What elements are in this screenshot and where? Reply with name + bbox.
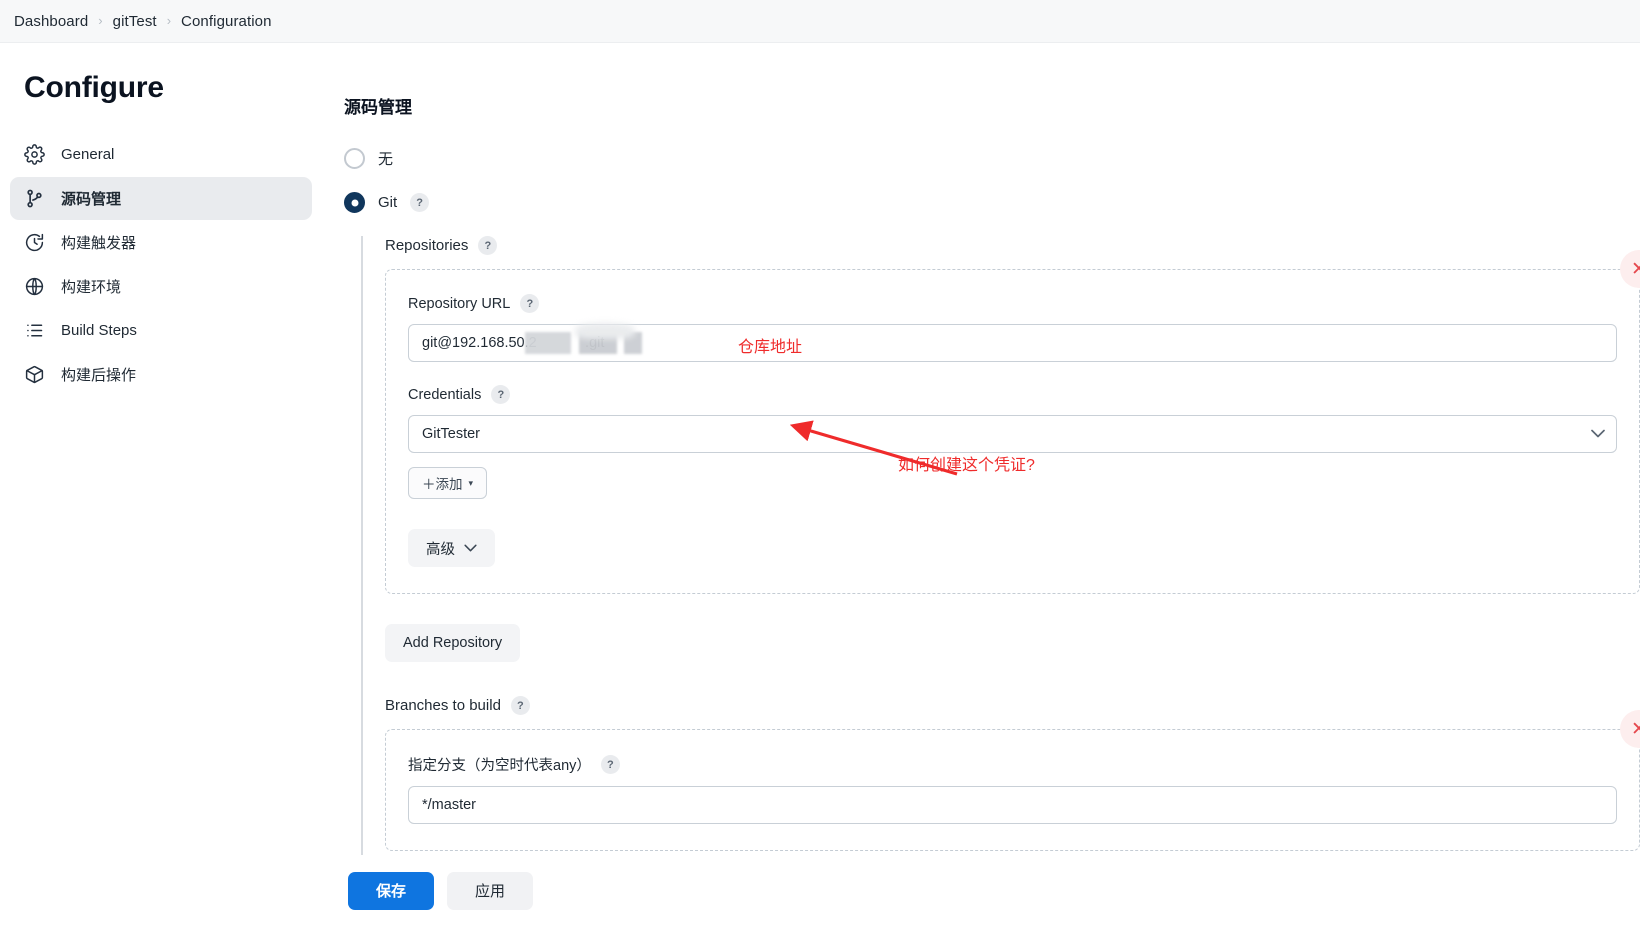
sidebar-item-build-triggers[interactable]: 构建触发器 bbox=[10, 221, 312, 264]
clock-icon bbox=[24, 232, 45, 253]
branches-label-row: Branches to build ? bbox=[385, 696, 1640, 715]
repository-url-input[interactable] bbox=[408, 324, 1617, 362]
add-credentials-label: ＋添加 bbox=[422, 477, 463, 492]
credentials-label: Credentials bbox=[408, 386, 482, 403]
radio-git[interactable] bbox=[344, 192, 365, 213]
help-icon-repositories[interactable]: ? bbox=[478, 236, 498, 255]
section-title: 源码管理 bbox=[344, 98, 412, 117]
branches-label: Branches to build bbox=[385, 697, 501, 714]
sidebar-item-label: 构建后操作 bbox=[61, 367, 137, 384]
sidebar-item-label: 构建触发器 bbox=[61, 235, 137, 252]
scm-option-git[interactable]: Git ? bbox=[344, 192, 1640, 213]
page-title: Configure bbox=[24, 71, 164, 104]
breadcrumb: Dashboard › gitTest › Configuration bbox=[0, 0, 1640, 43]
repository-block: ✕ Repository URL ? 仓库地址 Credentials ? Gi… bbox=[385, 250, 1640, 594]
sidebar-item-source-control[interactable]: 源码管理 bbox=[10, 177, 312, 220]
configure-sidebar: Configure General 源码管理 构建触发器 构建环境 Build … bbox=[0, 43, 330, 926]
breadcrumb-separator-icon: › bbox=[98, 12, 103, 28]
chevron-down-icon bbox=[1591, 428, 1605, 440]
breadcrumb-item-dashboard[interactable]: Dashboard bbox=[14, 13, 88, 30]
branch-spec-input[interactable] bbox=[408, 786, 1617, 824]
scm-option-label: Git bbox=[378, 194, 398, 211]
scm-config-panel: 源码管理 无 Git ? Repositories ? ✕ Repository… bbox=[330, 43, 1640, 926]
credentials-label-row: Credentials ? bbox=[408, 385, 1617, 404]
branch-spec-label-row: 指定分支（为空时代表any） ? bbox=[408, 754, 1617, 775]
breadcrumb-separator-icon: › bbox=[166, 12, 172, 28]
sidebar-item-label: 构建环境 bbox=[61, 279, 122, 296]
sidebar-item-post-build-actions[interactable]: 构建后操作 bbox=[10, 353, 312, 396]
branch-block: ✕ 指定分支（为空时代表any） ? bbox=[385, 710, 1640, 851]
repository-url-row: 仓库地址 bbox=[408, 324, 1617, 362]
sidebar-item-label: 源码管理 bbox=[61, 191, 122, 208]
repository-url-label: Repository URL bbox=[408, 295, 511, 312]
advanced-toggle-button[interactable]: 高级 bbox=[408, 529, 495, 567]
repositories-label: Repositories bbox=[385, 237, 469, 254]
credentials-selected-value: GitTester bbox=[422, 426, 481, 442]
delete-branch-button[interactable]: ✕ bbox=[1620, 710, 1640, 748]
sidebar-item-label: Build Steps bbox=[61, 322, 137, 339]
package-icon bbox=[24, 364, 45, 385]
delete-repository-button[interactable]: ✕ bbox=[1620, 250, 1640, 288]
help-icon-branches[interactable]: ? bbox=[510, 696, 530, 715]
globe-icon bbox=[24, 276, 45, 297]
help-icon-branch-spec[interactable]: ? bbox=[600, 755, 620, 774]
help-icon-credentials[interactable]: ? bbox=[491, 385, 511, 404]
add-credentials-button[interactable]: ＋添加 ▾ bbox=[408, 467, 488, 499]
form-action-bar: 保存 应用 bbox=[0, 855, 1640, 926]
repository-url-label-row: Repository URL ? bbox=[408, 294, 1617, 313]
git-config-body: Repositories ? ✕ Repository URL ? 仓库地址 C… bbox=[361, 236, 1640, 926]
branch-spec-label: 指定分支（为空时代表any） bbox=[408, 758, 591, 774]
sidebar-item-label: General bbox=[61, 146, 115, 163]
scm-option-none[interactable]: 无 bbox=[344, 148, 1640, 169]
help-icon-repository-url[interactable]: ? bbox=[520, 294, 540, 313]
breadcrumb-item-configuration[interactable]: Configuration bbox=[181, 13, 272, 30]
scm-option-label: 无 bbox=[378, 151, 394, 168]
repositories-label-row: Repositories ? bbox=[385, 236, 1640, 255]
caret-down-icon: ▾ bbox=[468, 477, 474, 488]
sidebar-item-general[interactable]: General bbox=[10, 133, 312, 176]
list-icon bbox=[24, 320, 45, 341]
save-button[interactable]: 保存 bbox=[348, 871, 434, 910]
chevron-down-icon bbox=[464, 544, 477, 552]
gear-icon bbox=[24, 144, 45, 165]
sidebar-item-build-environment[interactable]: 构建环境 bbox=[10, 265, 312, 308]
advanced-label: 高级 bbox=[426, 541, 455, 558]
apply-button[interactable]: 应用 bbox=[447, 871, 533, 910]
add-repository-button[interactable]: Add Repository bbox=[385, 624, 521, 662]
credentials-select[interactable]: GitTester bbox=[408, 415, 1617, 453]
page-shell: Configure General 源码管理 构建触发器 构建环境 Build … bbox=[0, 43, 1640, 926]
help-icon-git[interactable]: ? bbox=[410, 193, 430, 212]
sidebar-item-build-steps[interactable]: Build Steps bbox=[10, 309, 312, 352]
source-control-icon bbox=[24, 188, 45, 209]
breadcrumb-item-gittest[interactable]: gitTest bbox=[113, 13, 157, 30]
radio-none[interactable] bbox=[344, 148, 365, 169]
